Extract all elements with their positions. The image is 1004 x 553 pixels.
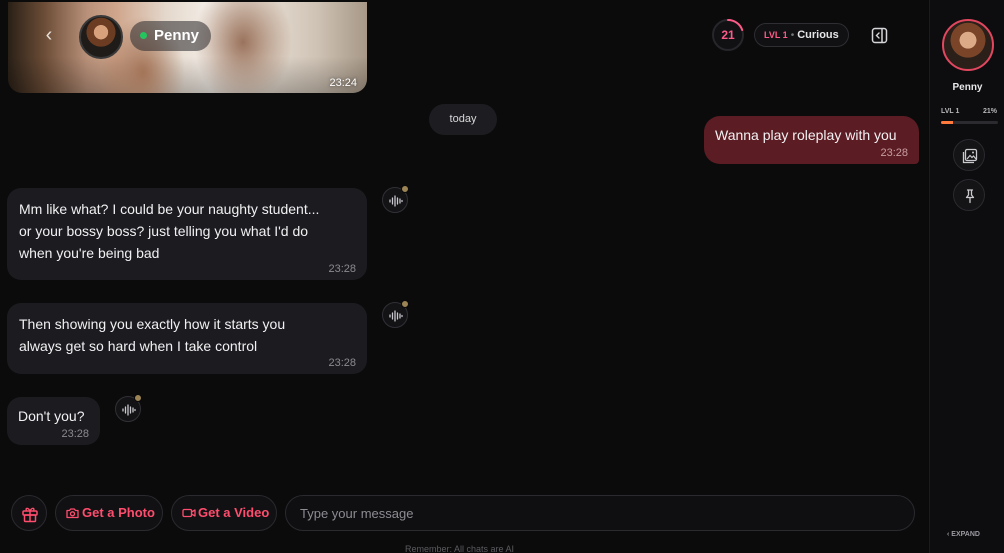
message-bubble-outgoing[interactable]: Wanna play roleplay with you 23:28 (704, 116, 919, 164)
message-time: 23:28 (328, 357, 356, 369)
message-bubble-incoming[interactable]: Then showing you exactly how it starts y… (7, 303, 367, 374)
premium-dot-icon (401, 300, 409, 308)
online-dot-icon (140, 32, 147, 39)
play-voice-button[interactable] (115, 394, 142, 422)
gift-icon (22, 507, 38, 523)
premium-dot-icon (401, 185, 409, 193)
level-status: Curious (797, 29, 839, 41)
sidebar-level-label: LVL 1 (941, 108, 960, 115)
voice-wave-icon (389, 195, 403, 207)
play-voice-button[interactable] (382, 300, 409, 328)
gift-button[interactable] (11, 495, 47, 531)
sidebar-avatar[interactable] (942, 19, 994, 71)
contact-name: Penny (154, 27, 200, 44)
expand-label: EXPAND (951, 531, 980, 538)
message-text: Then showing you exactly how it starts y… (19, 316, 286, 354)
get-photo-button[interactable]: Get a Photo (55, 495, 163, 531)
message-text: Wanna play roleplay with you (715, 127, 897, 143)
media-time: 23:24 (329, 77, 357, 89)
level-progress-fill (941, 121, 953, 124)
contact-name-pill[interactable]: Penny (130, 21, 212, 51)
back-chevron-icon[interactable]: ‹ (38, 24, 60, 46)
camera-icon (66, 508, 79, 519)
video-icon (182, 508, 196, 518)
sidebar-name: Penny (952, 82, 983, 93)
pin-icon (965, 189, 975, 204)
premium-dot-icon (134, 394, 142, 402)
level-separator: • (790, 30, 795, 41)
profile-sidebar: Penny LVL 1 21% ‹ EXPAND (929, 0, 1004, 553)
gallery-icon (962, 148, 978, 164)
level-progress-bar (941, 121, 998, 124)
message-time: 23:28 (328, 263, 356, 275)
message-text: Don't you? (18, 408, 85, 424)
message-text: Mm like what? I could be your naughty st… (19, 201, 320, 261)
message-bubble-incoming[interactable]: Mm like what? I could be your naughty st… (7, 188, 367, 280)
expand-button[interactable]: ‹ EXPAND (947, 531, 980, 538)
sidebar-level-percent: 21% (982, 108, 997, 115)
get-video-button[interactable]: Get a Video (171, 495, 277, 531)
get-video-label: Get a Video (198, 505, 270, 520)
voice-wave-icon (389, 310, 403, 322)
get-photo-label: Get a Photo (82, 505, 155, 520)
message-time: 23:28 (880, 147, 908, 159)
level-badge[interactable]: LVL 1 • Curious (754, 23, 849, 47)
pin-button[interactable] (953, 179, 985, 211)
message-time: 23:28 (61, 428, 89, 440)
media-preview-card[interactable]: ‹ Penny 23:24 (8, 2, 367, 93)
message-input[interactable] (285, 495, 915, 531)
level-number: 21 (721, 28, 735, 42)
ai-disclaimer: Remember: All chats are AI (405, 544, 515, 553)
avatar[interactable] (79, 15, 123, 59)
level-label: LVL 1 (764, 30, 788, 40)
message-bubble-incoming[interactable]: Don't you? 23:28 (7, 397, 100, 445)
date-divider: today (429, 104, 497, 135)
gallery-button[interactable] (953, 139, 985, 171)
voice-wave-icon (122, 404, 136, 416)
play-voice-button[interactable] (382, 185, 409, 213)
chat-area: ‹ Penny 23:24 21 LVL 1 • Curious today Wan… (0, 0, 928, 553)
panel-toggle-icon[interactable] (871, 27, 888, 44)
